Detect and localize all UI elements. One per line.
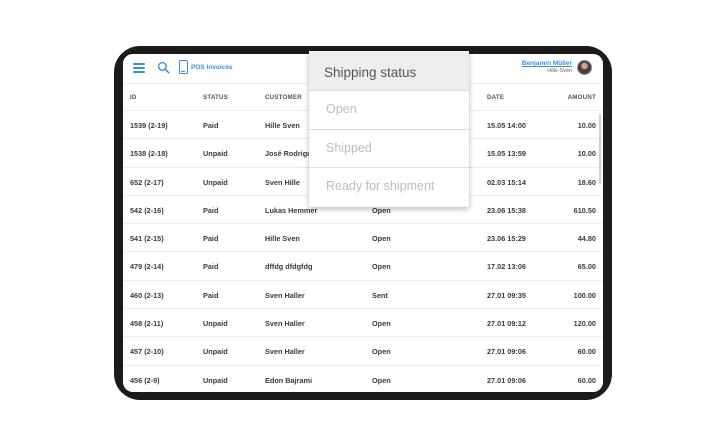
cell-amount: 44.80 <box>577 234 596 244</box>
cell-status: Unpaid <box>203 319 228 329</box>
table-row[interactable]: 479 (2-14) Paid dffdg dfdgfdg Open 17.02… <box>123 252 603 281</box>
cell-customer: Edon Bajrami <box>265 375 313 385</box>
user-location: Hille Sven <box>547 68 572 75</box>
cell-date: 15.05 13:59 <box>487 149 526 159</box>
cell-shipping: Open <box>372 319 391 329</box>
cell-status: Unpaid <box>203 375 228 385</box>
cell-customer: Sven Haller <box>265 290 305 300</box>
cell-customer: Hille Sven <box>265 121 300 130</box>
cell-id: 479 (2-14) <box>130 262 164 272</box>
cell-customer: dffdg dfdgfdg <box>265 262 313 272</box>
document-icon <box>179 60 188 74</box>
cell-date: 27.01 09:35 <box>487 290 526 300</box>
search-icon[interactable] <box>157 61 170 74</box>
cell-amount: 10.00 <box>577 121 596 130</box>
cell-id: 456 (2-9) <box>130 375 160 385</box>
table-row[interactable]: 458 (2-11) Unpaid Sven Haller Open 27.01… <box>123 309 603 338</box>
cell-id: 460 (2-13) <box>130 290 164 300</box>
cell-amount: 60.00 <box>577 375 596 385</box>
shipping-status-dropdown: Shipping status Open Shipped Ready for s… <box>309 51 469 207</box>
cell-date: 27.01 09:06 <box>487 375 526 385</box>
dropdown-option-open[interactable]: Open <box>309 91 469 130</box>
cell-date: 17.02 13:06 <box>487 262 526 272</box>
table-row[interactable]: 460 (2-13) Paid Sven Haller Sent 27.01 0… <box>123 281 603 310</box>
cell-id: 542 (2-16) <box>130 205 164 215</box>
table-scrollbar[interactable] <box>599 114 601 184</box>
cell-shipping: Open <box>372 375 391 385</box>
dropdown-option-shipped[interactable]: Shipped <box>309 130 469 169</box>
cell-id: 652 (2-17) <box>130 177 164 187</box>
user-name-link[interactable]: Benjamin Müller <box>522 60 572 68</box>
cell-status: Paid <box>203 121 219 130</box>
app-title: POS Invoices <box>191 64 233 71</box>
cell-status: Unpaid <box>203 347 228 357</box>
column-header-status[interactable]: STATUS <box>203 94 228 101</box>
cell-shipping: Open <box>372 234 391 244</box>
cell-date: 27.01 09:12 <box>487 319 526 329</box>
cell-date: 23.06 15:38 <box>487 205 526 215</box>
cell-amount: 10.00 <box>577 149 596 159</box>
cell-customer: Sven Haller <box>265 319 305 329</box>
menu-icon[interactable] <box>133 63 145 73</box>
cell-amount: 100.00 <box>573 290 596 300</box>
cell-customer: Sven Hille <box>265 177 300 187</box>
table-row[interactable]: 456 (2-9) Unpaid Edon Bajrami Open 27.01… <box>123 366 603 392</box>
cell-customer: José Rodrigu <box>265 149 312 159</box>
cell-shipping: Sent <box>372 290 388 300</box>
dropdown-title: Shipping status <box>309 51 469 91</box>
user-block: Benjamin Müller Hille Sven <box>522 60 572 75</box>
cell-status: Paid <box>203 234 219 244</box>
cell-status: Unpaid <box>203 149 228 159</box>
column-header-id[interactable]: ID <box>130 94 137 101</box>
table-row[interactable]: 541 (2-15) Paid Hille Sven Open 23.06 15… <box>123 224 603 253</box>
cell-status: Paid <box>203 290 219 300</box>
column-header-customer[interactable]: CUSTOMER <box>265 94 302 101</box>
avatar[interactable] <box>577 60 592 75</box>
cell-id: 458 (2-11) <box>130 319 164 329</box>
table-row[interactable]: 457 (2-10) Unpaid Sven Haller Open 27.01… <box>123 337 603 366</box>
cell-status: Unpaid <box>203 177 228 187</box>
cell-shipping: Open <box>372 262 391 272</box>
column-header-amount[interactable]: AMOUNT <box>568 94 596 101</box>
cell-status: Paid <box>203 205 219 215</box>
cell-customer: Hille Sven <box>265 234 300 244</box>
cell-id: 1538 (2-18) <box>130 149 168 159</box>
cell-id: 1539 (2-19) <box>130 121 168 130</box>
cell-amount: 120.00 <box>573 319 596 329</box>
cell-customer: Lukas Hemmer <box>265 205 318 215</box>
cell-shipping: Open <box>372 347 391 357</box>
cell-id: 541 (2-15) <box>130 234 164 244</box>
cell-date: 27.01 09:06 <box>487 347 526 357</box>
cell-date: 23.06 15:29 <box>487 234 526 244</box>
cell-shipping: Open <box>372 205 391 215</box>
cell-id: 457 (2-10) <box>130 347 164 357</box>
cell-date: 15.05 14:00 <box>487 121 526 130</box>
cell-amount: 60.00 <box>577 347 596 357</box>
column-header-date[interactable]: DATE <box>487 94 504 101</box>
cell-amount: 18.60 <box>577 177 596 187</box>
cell-status: Paid <box>203 262 219 272</box>
dropdown-option-ready-for-shipment[interactable]: Ready for shipment <box>309 168 469 207</box>
cell-amount: 610.50 <box>573 205 596 215</box>
cell-date: 02.03 15:14 <box>487 177 526 187</box>
cell-amount: 65.00 <box>577 262 596 272</box>
cell-customer: Sven Haller <box>265 347 305 357</box>
